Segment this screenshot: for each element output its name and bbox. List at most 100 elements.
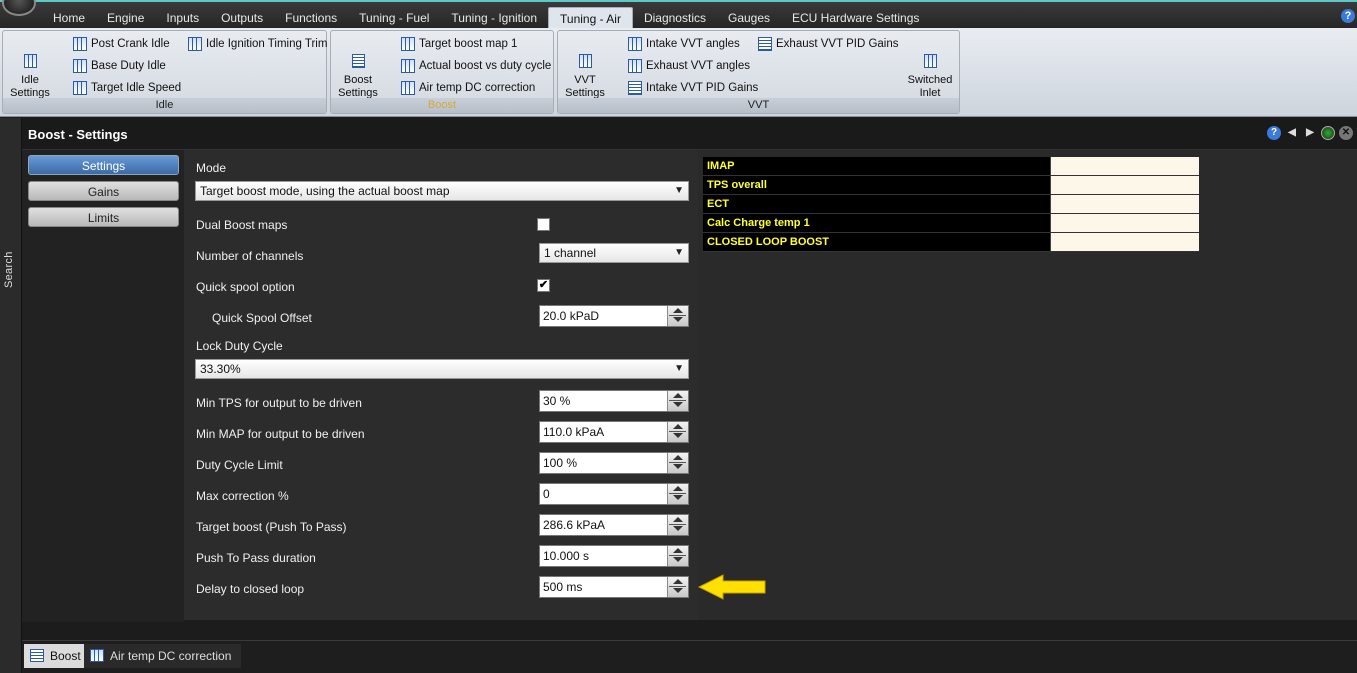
spin-divider [669, 493, 686, 494]
lock-duty-value: 33.30% [200, 362, 241, 376]
help-icon[interactable]: ? [1267, 126, 1281, 140]
idle-group-label: Idle [3, 98, 326, 113]
quick-spool-label: Quick spool option [196, 280, 295, 294]
vvt-settings-button[interactable]: VVT Settings [564, 39, 606, 100]
close-icon[interactable]: ✕ [1339, 126, 1353, 140]
main-menu-bar: Home Engine Inputs Outputs Functions Tun… [0, 0, 1357, 30]
tab-tuning-ignition[interactable]: Tuning - Ignition [440, 7, 548, 30]
mode-label: Mode [196, 161, 227, 175]
quick-spool-offset-stepper[interactable]: 20.0 kPaD [539, 305, 689, 327]
actual-boost-vs-duty-button[interactable]: Actual boost vs duty cycle [401, 56, 551, 76]
channels-label: Number of channels [196, 249, 304, 263]
min-map-stepper[interactable]: 110.0 kPaA [539, 421, 689, 443]
list-icon [351, 54, 365, 68]
live-data-table: IMAP TPS overall ECT Calc Charge temp 1 … [703, 157, 1199, 252]
table-icon [578, 54, 592, 68]
table-icon [73, 59, 87, 73]
intake-vvt-angles-button[interactable]: Intake VVT angles [628, 34, 740, 54]
channels-select[interactable]: 1 channel ▼ [539, 243, 689, 263]
idle-ignition-trim-button[interactable]: Idle Ignition Timing Trim [188, 34, 327, 54]
exhaust-vvt-pid-button[interactable]: Exhaust VVT PID Gains [758, 34, 899, 54]
help-icon[interactable]: ? [1341, 9, 1355, 23]
tab-outputs[interactable]: Outputs [210, 7, 274, 30]
settings-form: Mode Target boost mode, using the actual… [184, 150, 698, 620]
post-crank-idle-button[interactable]: Post Crank Idle [73, 34, 170, 54]
back-arrow-icon[interactable]: ◀ [1285, 126, 1299, 140]
tab-gauges[interactable]: Gauges [717, 7, 781, 30]
duty-limit-label: Duty Cycle Limit [196, 458, 283, 472]
forward-arrow-icon[interactable]: ▶ [1303, 126, 1317, 140]
table-icon [73, 81, 87, 95]
lock-duty-select[interactable]: 33.30% ▼ [195, 359, 689, 379]
chevron-down-icon: ▼ [674, 185, 684, 196]
tab-boost[interactable]: Boost [24, 644, 91, 668]
tab-engine[interactable]: Engine [96, 7, 155, 30]
table-icon [23, 54, 37, 68]
duty-limit-value: 100 % [543, 456, 578, 470]
spin-arrows-icon[interactable] [667, 515, 688, 535]
target-idle-speed-button[interactable]: Target Idle Speed [73, 78, 181, 98]
search-label: Search [3, 251, 15, 288]
target-boost-map-label: Target boost map 1 [419, 38, 518, 50]
spin-arrows-icon[interactable] [667, 453, 688, 473]
duty-limit-stepper[interactable]: 100 % [539, 452, 689, 474]
tab-tuning-air[interactable]: Tuning - Air [548, 7, 633, 30]
tab-tuning-fuel[interactable]: Tuning - Fuel [348, 7, 440, 30]
base-duty-idle-button[interactable]: Base Duty Idle [73, 56, 166, 76]
ribbon-toolbar: Idle Settings Post Crank Idle Base Duty … [0, 28, 1357, 117]
tab-home[interactable]: Home [42, 7, 96, 30]
lock-duty-label: Lock Duty Cycle [196, 339, 283, 353]
max-correction-label: Max correction % [196, 489, 289, 503]
air-temp-dc-correction-button[interactable]: Air temp DC correction [401, 78, 535, 98]
tab-air-temp-label: Air temp DC correction [110, 649, 232, 663]
exhaust-vvt-angles-button[interactable]: Exhaust VVT angles [628, 56, 750, 76]
spin-arrows-icon[interactable] [667, 391, 688, 411]
nav-settings[interactable]: Settings [28, 155, 179, 175]
target-boost-stepper[interactable]: 286.6 kPaA [539, 514, 689, 536]
tab-diagnostics[interactable]: Diagnostics [633, 7, 717, 30]
header-icons: ? ◀ ▶ ✕ [1267, 126, 1353, 140]
spin-arrows-icon[interactable] [667, 306, 688, 326]
ptp-duration-label: Push To Pass duration [196, 551, 316, 565]
gauge-icon[interactable] [1321, 126, 1335, 140]
nav-limits[interactable]: Limits [28, 207, 179, 227]
channel-name: IMAP [703, 157, 1050, 175]
tab-inputs[interactable]: Inputs [155, 7, 210, 30]
table-icon [628, 37, 642, 51]
table-icon [73, 37, 87, 51]
table-row: ECT [703, 195, 1199, 214]
min-map-value: 110.0 kPaA [543, 425, 605, 439]
table-icon [401, 37, 415, 51]
nav-gains[interactable]: Gains [28, 181, 179, 201]
tab-air-temp-dc-correction[interactable]: Air temp DC correction [84, 644, 242, 668]
channel-name: Calc Charge temp 1 [703, 214, 1050, 232]
switched-inlet-button[interactable]: Switched Inlet [906, 39, 954, 100]
tab-ecu-hardware-settings[interactable]: ECU Hardware Settings [781, 7, 930, 30]
ptp-duration-stepper[interactable]: 10.000 s [539, 545, 689, 567]
list-icon [758, 37, 772, 51]
spin-divider [669, 462, 686, 463]
min-tps-stepper[interactable]: 30 % [539, 390, 689, 412]
tab-functions[interactable]: Functions [274, 7, 348, 30]
quick-spool-offset-value: 20.0 kPaD [543, 309, 600, 323]
intake-vvt-pid-button[interactable]: Intake VVT PID Gains [628, 78, 758, 98]
target-boost-map-button[interactable]: Target boost map 1 [401, 34, 517, 54]
list-icon [30, 649, 44, 662]
dual-boost-checkbox[interactable] [537, 218, 550, 231]
idle-settings-button[interactable]: Idle Settings [9, 39, 51, 100]
menu-tabs: Home Engine Inputs Outputs Functions Tun… [42, 7, 930, 30]
delay-closed-loop-stepper[interactable]: 500 ms [539, 576, 689, 598]
yellow-arrow-icon [697, 574, 766, 600]
spin-arrows-icon[interactable] [667, 422, 688, 442]
spin-divider [669, 400, 686, 401]
search-sidebar[interactable]: Search [0, 118, 22, 673]
spin-arrows-icon[interactable] [667, 484, 688, 504]
spin-arrows-icon[interactable] [667, 577, 688, 597]
spin-arrows-icon[interactable] [667, 546, 688, 566]
ribbon-group-vvt: VVT Settings Intake VVT angles Exhaust V… [557, 30, 960, 114]
mode-select[interactable]: Target boost mode, using the actual boos… [195, 181, 689, 201]
intake-vvt-pid-label: Intake VVT PID Gains [646, 82, 759, 94]
boost-settings-button[interactable]: Boost Settings [337, 39, 379, 100]
quick-spool-checkbox[interactable]: ✔ [537, 279, 550, 292]
max-correction-stepper[interactable]: 0 [539, 483, 689, 505]
